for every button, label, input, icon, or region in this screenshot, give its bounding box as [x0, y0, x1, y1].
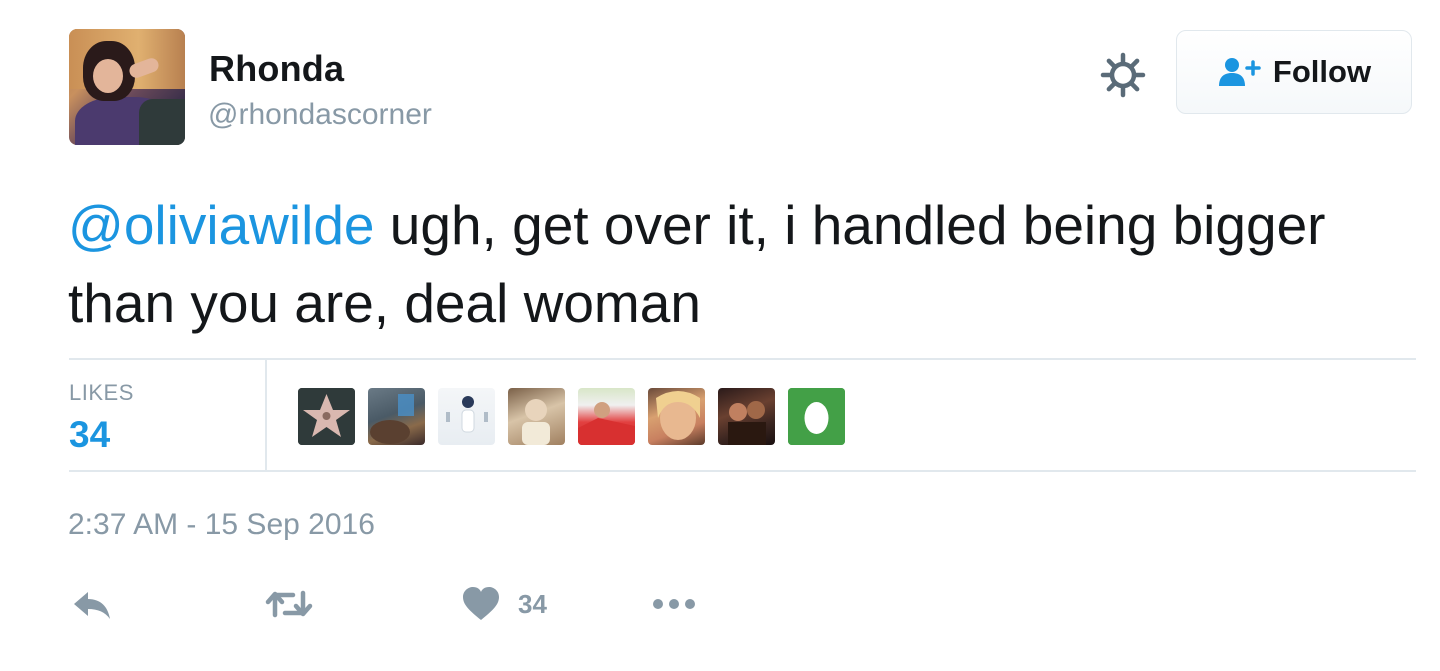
heart-icon — [463, 587, 499, 620]
avatar[interactable] — [69, 29, 185, 145]
likes-label: LIKES — [69, 380, 134, 405]
liker-avatar[interactable] — [438, 388, 495, 445]
liker-avatar[interactable] — [578, 388, 635, 445]
like-button[interactable]: 34 — [462, 582, 547, 626]
mention-link[interactable]: @oliviawilde — [68, 194, 375, 256]
tweet-card: Rhonda @rhondascorner Follow @oliviawild… — [0, 0, 1440, 671]
liker-avatar[interactable] — [368, 388, 425, 445]
like-count: 34 — [518, 588, 547, 619]
liker-avatar[interactable] — [648, 388, 705, 445]
follow-label: Follow — [1272, 54, 1372, 89]
likes-count: 34 — [69, 414, 111, 455]
more-icon — [653, 599, 695, 609]
tweet-timestamp[interactable]: 2:37 AM - 15 Sep 2016 — [68, 508, 375, 542]
likes-stat[interactable]: LIKES 34 — [69, 360, 267, 470]
follow-user-icon — [1218, 58, 1261, 86]
liker-avatar[interactable] — [298, 388, 355, 445]
liker-avatars — [298, 388, 845, 445]
tweet-stats: LIKES 34 — [69, 358, 1416, 472]
retweet-icon — [265, 590, 313, 618]
gear-icon[interactable] — [1100, 52, 1146, 98]
reply-icon — [74, 592, 110, 619]
reply-button[interactable] — [72, 582, 112, 626]
liker-avatar[interactable] — [508, 388, 565, 445]
tweet-text: @oliviawilde ugh, get over it, i handled… — [68, 186, 1368, 342]
user-handle[interactable]: @rhondascorner — [208, 98, 432, 132]
display-name[interactable]: Rhonda — [209, 48, 344, 90]
retweet-button[interactable] — [265, 582, 313, 626]
default-egg-avatar[interactable] — [788, 388, 845, 445]
liker-avatar[interactable] — [718, 388, 775, 445]
more-button[interactable] — [652, 582, 696, 626]
follow-button[interactable]: Follow — [1176, 30, 1412, 114]
